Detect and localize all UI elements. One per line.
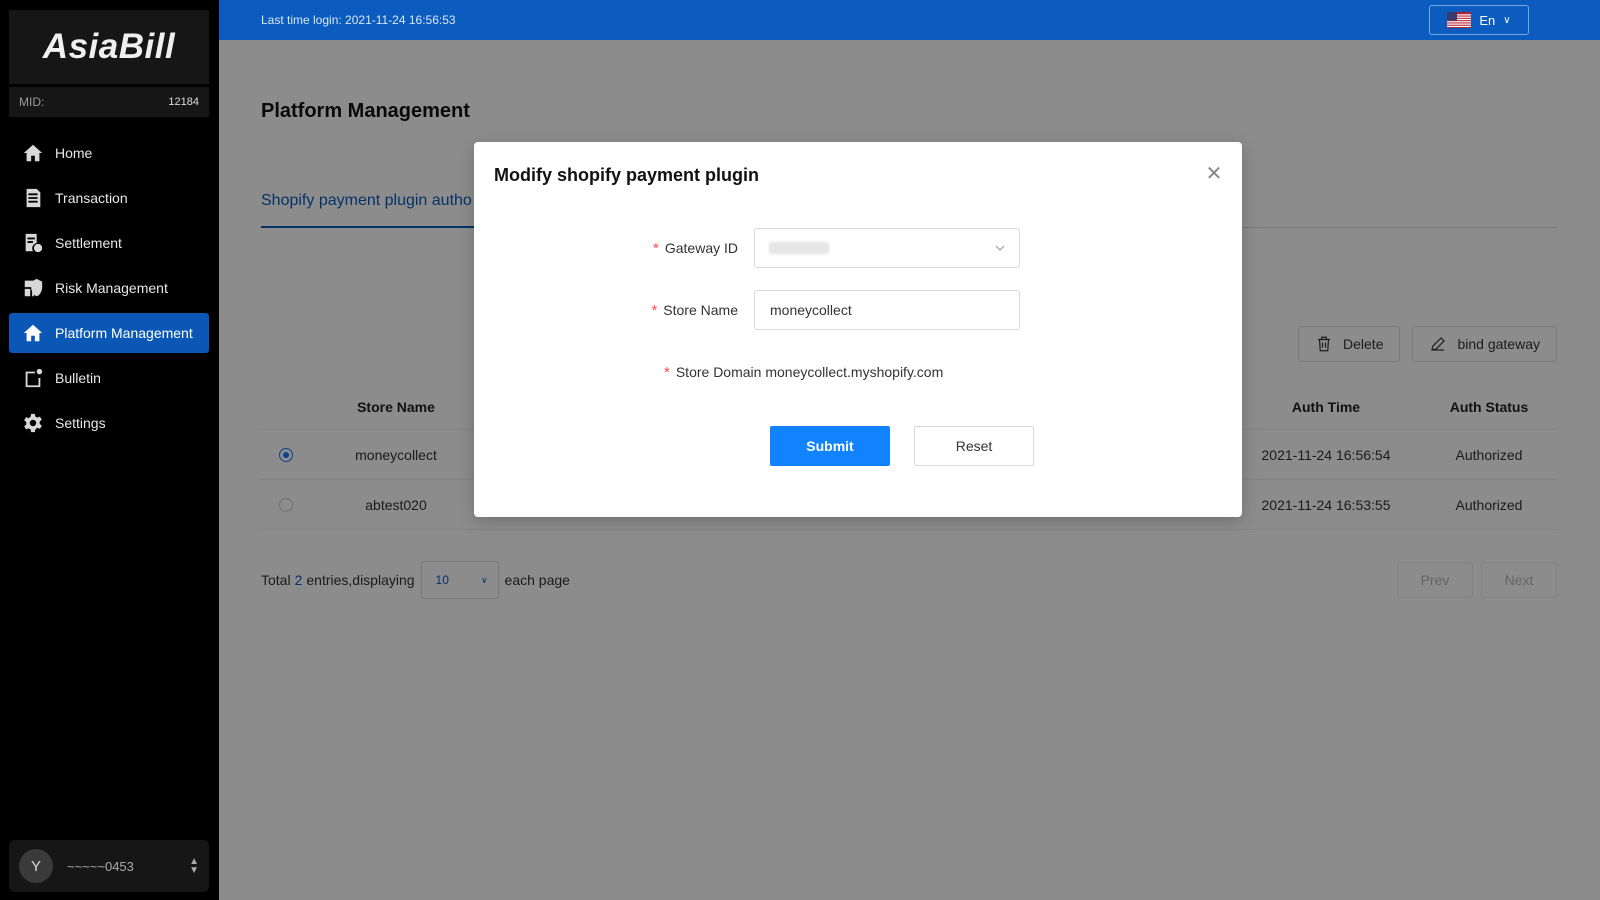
close-icon[interactable]: ✕ (1204, 164, 1224, 184)
sidebar: AsiaBill MID: 12184 Home Transaction Set… (0, 0, 219, 900)
user-name: ~~~~~0453 (67, 858, 134, 874)
us-flag-icon (1447, 12, 1472, 28)
chevron-down-icon: ∨ (1503, 14, 1511, 26)
settlement-icon (25, 233, 43, 253)
store-name-row: * Store Name (474, 290, 1242, 330)
sidebar-item-label: Home (55, 145, 93, 161)
sidebar-item-settlement[interactable]: Settlement (9, 223, 209, 263)
mid-value: 12184 (168, 96, 199, 108)
sidebar-item-label: Transaction (55, 190, 128, 206)
gear-icon (24, 413, 42, 433)
store-name-input[interactable] (754, 290, 1020, 330)
last-login-text: Last time login: 2021-11-24 16:56:53 (261, 13, 456, 27)
language-label: En (1479, 12, 1496, 28)
home-icon (23, 324, 43, 342)
expand-toggle-icon[interactable]: ▲ ▼ (189, 857, 199, 876)
home-icon (23, 144, 43, 162)
sidebar-item-label: Risk Management (55, 280, 168, 296)
sidebar-item-transaction[interactable]: Transaction (9, 178, 209, 218)
sidebar-item-home[interactable]: Home (9, 133, 209, 173)
store-domain-value: moneycollect.myshopify.com (765, 364, 944, 380)
language-selector[interactable]: En ∨ (1429, 5, 1529, 35)
brand-logo[interactable]: AsiaBill (9, 10, 209, 84)
reset-button[interactable]: Reset (914, 426, 1034, 466)
avatar: Y (19, 849, 53, 883)
top-bar: Last time login: 2021-11-24 16:56:53 En … (219, 0, 1600, 40)
modify-plugin-dialog: Modify shopify payment plugin ✕ * Gateway… (474, 142, 1242, 517)
sidebar-item-settings[interactable]: Settings (9, 403, 209, 443)
user-menu[interactable]: Y ~~~~~0453 ▲ ▼ (9, 840, 209, 892)
required-icon: * (653, 239, 659, 257)
sidebar-item-label: Platform Management (55, 325, 193, 341)
bulletin-icon (25, 368, 43, 388)
sidebar-item-label: Settings (55, 415, 106, 431)
sidebar-item-risk-management[interactable]: Risk Management (9, 268, 209, 308)
gateway-id-redacted-value (769, 242, 829, 254)
gateway-id-select[interactable] (754, 228, 1020, 268)
submit-button[interactable]: Submit (770, 426, 890, 466)
required-icon: * (664, 364, 670, 381)
sidebar-nav: Home Transaction Settlement Risk Managem… (9, 133, 209, 448)
store-name-label: * Store Name (651, 301, 738, 319)
shield-icon (24, 278, 43, 297)
store-domain-label: Store Domain (675, 364, 762, 380)
sidebar-item-label: Bulletin (55, 370, 101, 386)
sidebar-item-label: Settlement (55, 235, 122, 251)
required-icon: * (651, 301, 658, 319)
store-domain-row: * Store Domain moneycollect.myshopify.com (664, 364, 943, 381)
sidebar-item-platform-management[interactable]: Platform Management (9, 313, 209, 353)
merchant-id: MID: 12184 (9, 87, 209, 117)
gateway-id-label: * Gateway ID (653, 239, 738, 257)
gateway-id-row: * Gateway ID (474, 228, 1242, 268)
sidebar-item-bulletin[interactable]: Bulletin (9, 358, 209, 398)
chevron-down-icon (995, 245, 1005, 251)
logo-text: AsiaBill (42, 27, 176, 66)
dialog-title: Modify shopify payment plugin (494, 165, 759, 185)
document-icon (26, 188, 41, 208)
mid-label: MID: (19, 95, 45, 109)
